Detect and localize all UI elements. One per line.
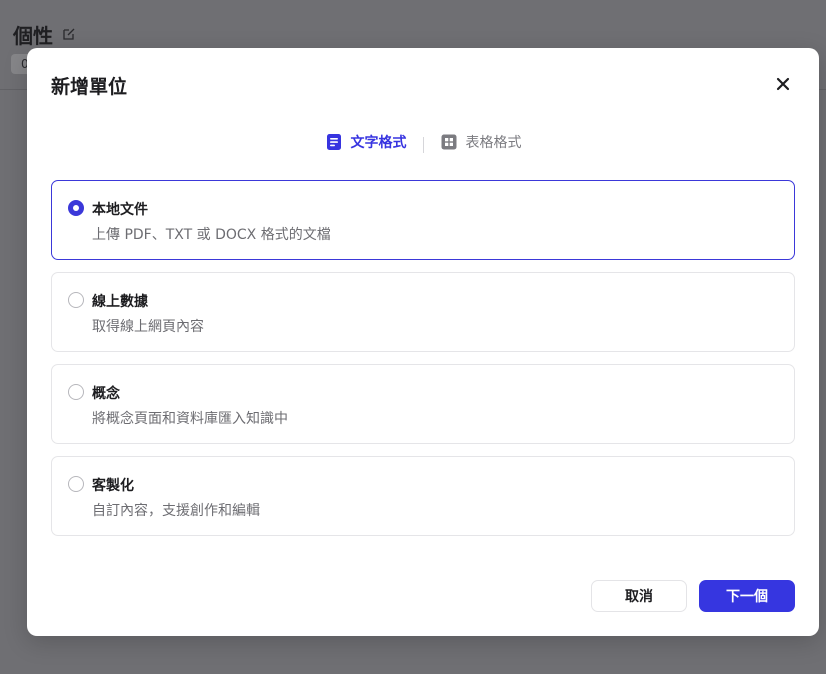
option-description: 將概念頁面和資料庫匯入知識中	[92, 411, 288, 427]
table-icon	[441, 134, 456, 150]
tab-label: 文字格式	[350, 135, 407, 151]
tab-label: 表格格式	[465, 135, 522, 151]
radio-button[interactable]	[68, 292, 84, 308]
option-notion[interactable]: 概念 將概念頁面和資料庫匯入知識中	[51, 364, 795, 444]
option-local-file[interactable]: 本地文件 上傳 PDF、TXT 或 DOCX 格式的文檔	[51, 180, 795, 260]
next-button[interactable]: 下一個	[699, 580, 795, 612]
option-description: 上傳 PDF、TXT 或 DOCX 格式的文檔	[92, 227, 331, 243]
option-title: 概念	[92, 386, 120, 402]
radio-button[interactable]	[68, 200, 84, 216]
radio-button[interactable]	[68, 384, 84, 400]
edit-icon[interactable]	[62, 27, 76, 41]
page-title: 個性	[13, 24, 53, 48]
option-custom[interactable]: 客製化 自訂內容，支援創作和編輯	[51, 456, 795, 536]
option-title: 線上數據	[92, 294, 148, 310]
format-tabs: 文字格式 表格格式	[27, 130, 819, 154]
close-icon	[776, 77, 790, 91]
document-icon	[326, 134, 341, 150]
cancel-button[interactable]: 取消	[591, 580, 687, 612]
radio-button[interactable]	[68, 476, 84, 492]
tab-divider	[422, 137, 424, 153]
option-title: 客製化	[92, 478, 134, 494]
close-button[interactable]	[772, 73, 794, 95]
option-online-data[interactable]: 線上數據 取得線上網頁內容	[51, 272, 795, 352]
add-unit-dialog: 新增單位 文字格式 表格格式 本地文件 上傳 PDF、TXT 或 DOCX 格式…	[27, 48, 819, 636]
tab-text-format[interactable]: 文字格式	[325, 130, 407, 154]
option-title: 本地文件	[92, 202, 148, 218]
option-description: 自訂內容，支援創作和編輯	[92, 503, 260, 519]
tab-table-format[interactable]: 表格格式	[440, 130, 522, 154]
dialog-title: 新增單位	[51, 76, 128, 98]
option-description: 取得線上網頁內容	[92, 319, 204, 335]
